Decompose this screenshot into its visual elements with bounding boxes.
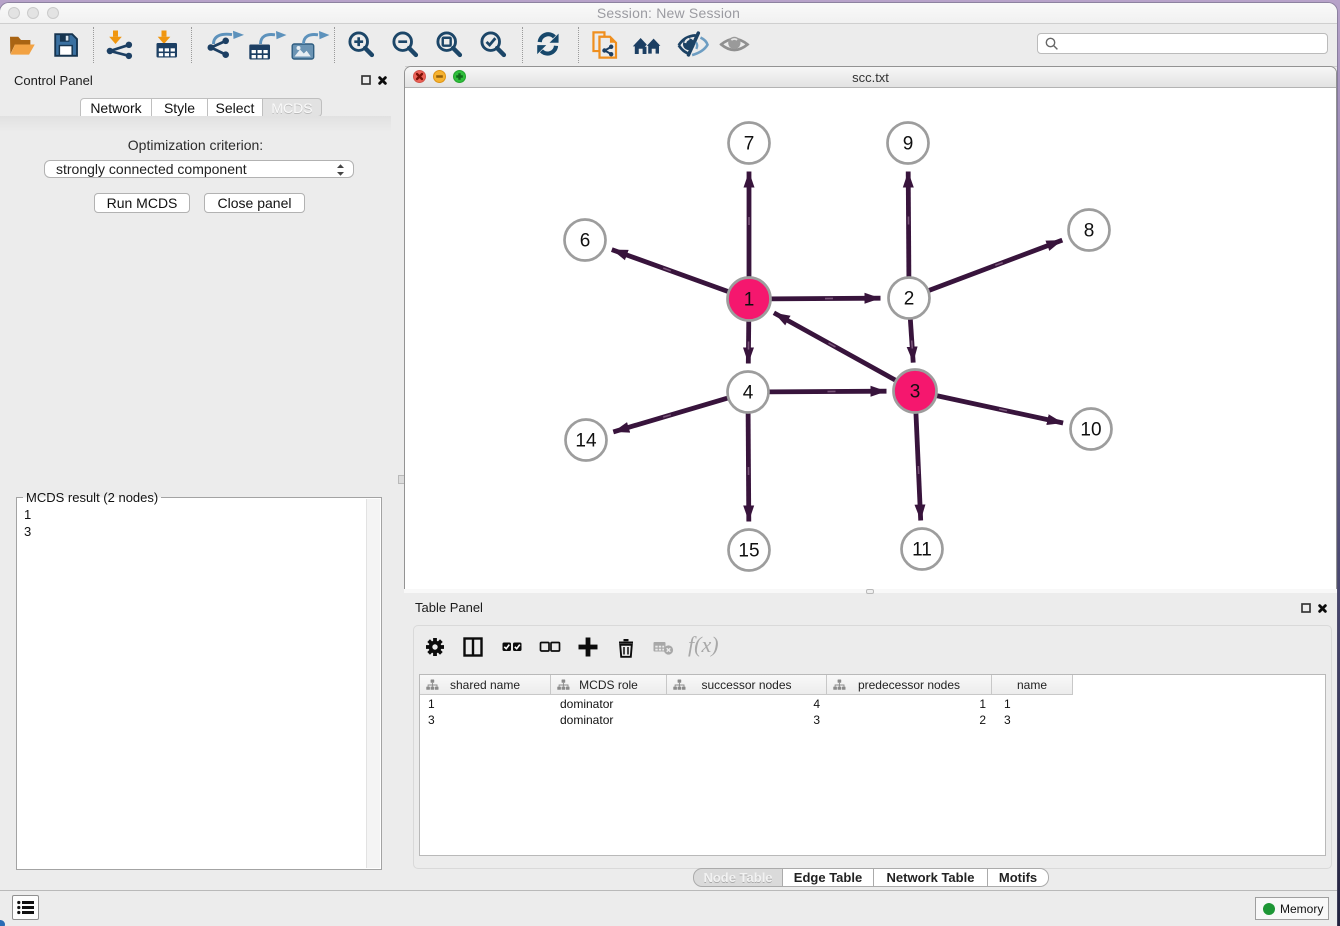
svg-text:3: 3 bbox=[910, 382, 921, 403]
svg-text:9: 9 bbox=[903, 134, 914, 155]
svg-text:4: 4 bbox=[743, 383, 754, 404]
svg-text:1: 1 bbox=[744, 290, 755, 311]
svg-text:10: 10 bbox=[1080, 420, 1101, 441]
svg-text:8: 8 bbox=[1084, 221, 1095, 242]
svg-text:15: 15 bbox=[738, 541, 759, 562]
svg-text:7: 7 bbox=[744, 134, 755, 155]
svg-text:2: 2 bbox=[904, 289, 915, 310]
svg-text:6: 6 bbox=[580, 231, 591, 252]
svg-text:11: 11 bbox=[912, 540, 932, 561]
svg-text:14: 14 bbox=[575, 431, 597, 452]
